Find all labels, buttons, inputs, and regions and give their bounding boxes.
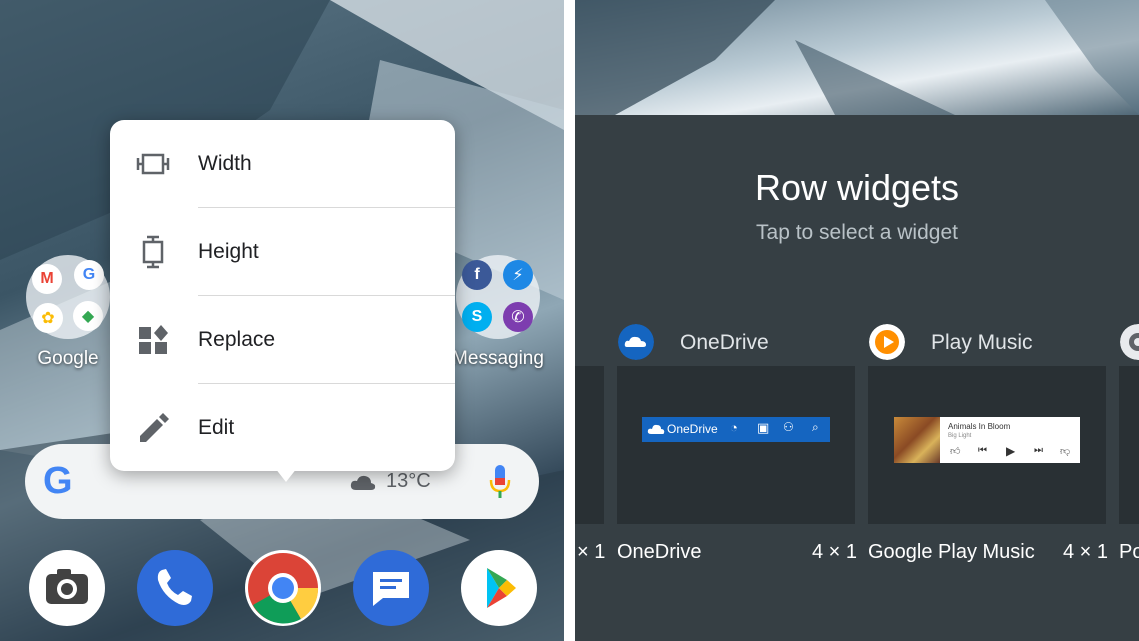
replace-icon bbox=[139, 325, 168, 354]
play-store-icon[interactable] bbox=[461, 550, 537, 626]
chrome-icon[interactable] bbox=[245, 550, 321, 626]
menu-label-width: Width bbox=[198, 152, 252, 175]
onedrive-widget-bar: OneDrive ◔ ▣ ⚇ ⌕ bbox=[642, 417, 830, 442]
sheet-subtitle: Tap to select a widget bbox=[756, 221, 958, 244]
recent-icon: ◔ bbox=[730, 420, 738, 435]
wallpaper bbox=[575, 0, 1139, 115]
onedrive-app-icon bbox=[618, 324, 654, 360]
weather-temperature[interactable]: 13°C bbox=[386, 470, 431, 493]
gmail-icon: M bbox=[32, 264, 62, 294]
widget-name-partial-right: Po bbox=[1119, 541, 1139, 563]
widget-picker-screen: Row widgets Tap to select a widget × 1 O… bbox=[575, 0, 1139, 641]
widget-preview-play-music[interactable]: Animals In Bloom Big Light 👍︎ ⏮︎ ▶︎ ⏭︎ 👎… bbox=[868, 366, 1106, 524]
widget-size-play-music: 4 × 1 bbox=[1063, 541, 1109, 563]
home-screen: M G ✿ ◆ Google f ⚡ S ✆ Messaging G 13°C bbox=[0, 0, 564, 641]
widget-preview-onedrive[interactable]: OneDrive ◔ ▣ ⚇ ⌕ bbox=[617, 366, 855, 524]
messaging-folder[interactable]: f ⚡ S ✆ bbox=[456, 255, 540, 339]
folder-label-messaging: Messaging bbox=[452, 348, 544, 369]
messages-icon[interactable] bbox=[353, 550, 429, 626]
track-title: Animals In Bloom bbox=[948, 422, 1011, 431]
height-icon bbox=[142, 235, 164, 269]
widget-preview-partial-right[interactable] bbox=[1119, 366, 1139, 524]
facebook-icon: f bbox=[462, 260, 492, 290]
menu-pointer bbox=[275, 468, 297, 482]
messenger-icon: ⚡ bbox=[503, 260, 533, 290]
menu-label-height: Height bbox=[198, 240, 259, 263]
phone-icon[interactable] bbox=[137, 550, 213, 626]
widget-name-onedrive: OneDrive bbox=[617, 541, 702, 563]
menu-item-height[interactable]: Height bbox=[110, 208, 455, 295]
play-icon: ▶︎ bbox=[1006, 444, 1016, 458]
previous-icon: ⏮︎ bbox=[978, 445, 987, 456]
play-music-app-icon bbox=[869, 324, 905, 360]
widget-name-play-music: Google Play Music bbox=[868, 541, 1035, 563]
menu-item-width[interactable]: Width bbox=[110, 120, 455, 207]
maps-icon: ◆ bbox=[73, 301, 103, 331]
widget-size-onedrive: 4 × 1 bbox=[812, 541, 858, 563]
widget-sheet: Row widgets Tap to select a widget × 1 O… bbox=[575, 115, 1139, 641]
play-music-widget: Animals In Bloom Big Light 👍︎ ⏮︎ ▶︎ ⏭︎ 👎… bbox=[894, 417, 1080, 463]
menu-item-replace[interactable]: Replace bbox=[110, 296, 455, 383]
microphone-icon[interactable] bbox=[488, 464, 512, 500]
sheet-title: Row widgets bbox=[754, 167, 960, 208]
widget-preview-partial-left[interactable] bbox=[575, 366, 604, 524]
app-name-onedrive: OneDrive bbox=[680, 331, 769, 354]
skype-icon: S bbox=[462, 302, 492, 332]
photos-icon: ✿ bbox=[33, 303, 63, 333]
album-art bbox=[894, 417, 940, 463]
edit-icon bbox=[140, 413, 169, 442]
cloud-icon bbox=[350, 475, 376, 490]
camera-icon[interactable] bbox=[29, 550, 105, 626]
cloud-icon bbox=[647, 424, 665, 434]
next-icon: ⏭︎ bbox=[1034, 445, 1043, 456]
widget-options-menu: Width Height Replace Edit bbox=[110, 120, 455, 471]
menu-label-edit: Edit bbox=[198, 416, 235, 439]
track-artist: Big Light bbox=[948, 433, 972, 439]
photos-icon: ▣ bbox=[757, 420, 770, 435]
google-logo-icon: G bbox=[43, 460, 73, 502]
menu-label-replace: Replace bbox=[198, 328, 276, 351]
google-folder[interactable]: M G ✿ ◆ bbox=[26, 255, 110, 339]
widget-size-partial-left: × 1 bbox=[577, 541, 606, 563]
search-icon: ⌕ bbox=[812, 420, 819, 434]
shared-icon: ⚇ bbox=[783, 420, 794, 434]
thumbs-up-icon: 👍︎ bbox=[950, 446, 961, 457]
viber-icon: ✆ bbox=[503, 302, 533, 332]
menu-item-edit[interactable]: Edit bbox=[110, 384, 455, 471]
google-icon: G bbox=[74, 260, 104, 290]
width-icon bbox=[136, 153, 170, 175]
onedrive-widget-label: OneDrive bbox=[667, 422, 718, 436]
app-name-play-music: Play Music bbox=[931, 331, 1033, 354]
settings-app-icon bbox=[1120, 324, 1139, 360]
thumbs-down-icon: 👎︎ bbox=[1060, 446, 1071, 457]
